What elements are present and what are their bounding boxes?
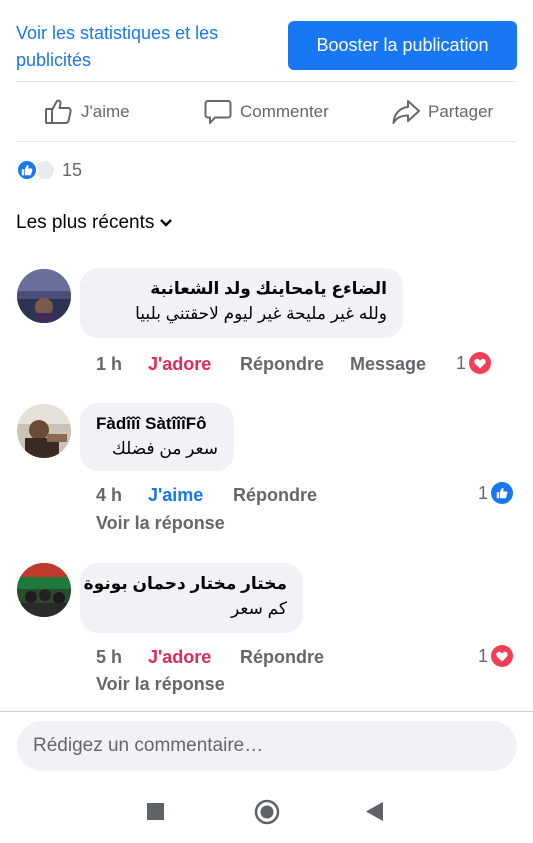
- post-action-bar: J'aime Commenter Partager: [0, 83, 533, 141]
- comment-input[interactable]: Rédigez un commentaire…: [17, 721, 517, 771]
- like-reaction-icon: [491, 482, 514, 504]
- system-nav-bar: [0, 778, 533, 843]
- post-header-bar: Voir les statistiques et les publicités …: [0, 0, 533, 82]
- boost-post-button[interactable]: Booster la publication: [288, 21, 517, 70]
- comment-reaction-count[interactable]: 1: [478, 645, 514, 667]
- divider: [16, 81, 517, 82]
- reaction-number: 1: [478, 645, 489, 666]
- comment-button[interactable]: Commenter: [203, 83, 329, 141]
- comment-author[interactable]: Fàdîîî SàtîîîFô: [96, 412, 218, 436]
- comment-label: Commenter: [240, 102, 329, 121]
- reaction-number: 1: [478, 482, 489, 503]
- like-label: J'aime: [81, 102, 130, 121]
- react-button[interactable]: J'adore: [148, 647, 211, 668]
- comment-sort-dropdown[interactable]: Les plus récents: [16, 212, 173, 234]
- chevron-down-icon: [160, 219, 173, 227]
- avatar[interactable]: [17, 563, 71, 617]
- sort-label: Les plus récents: [16, 212, 155, 233]
- thumbs-up-icon: [45, 99, 72, 124]
- share-label: Partager: [428, 102, 494, 121]
- comment-bubble[interactable]: Fàdîîî SàtîîîFô سعر من فضلك: [80, 403, 234, 471]
- love-reaction-icon: [491, 645, 514, 667]
- react-button[interactable]: J'aime: [148, 485, 203, 506]
- comment-time: 1 h: [96, 354, 123, 374]
- nav-home-icon[interactable]: [254, 799, 280, 830]
- reply-button[interactable]: Répondre: [240, 647, 324, 668]
- view-reply-link[interactable]: Voir la réponse: [96, 674, 225, 695]
- reaction-summary[interactable]: 15: [16, 158, 82, 182]
- comment-text: سعر من فضلك: [111, 439, 218, 458]
- comment-author[interactable]: مختار مختار دحمان بونوة: [84, 572, 287, 596]
- comment-bubble[interactable]: الضاءع يامحاينك ولد الشعانبة ولله غير مل…: [80, 268, 403, 338]
- reply-button[interactable]: Répondre: [240, 354, 324, 375]
- like-reaction-icon: [16, 159, 38, 181]
- comment-author[interactable]: الضاءع يامحاينك ولد الشعانبة: [96, 277, 387, 301]
- reaction-number: 1: [456, 352, 467, 373]
- love-reaction-icon: [469, 352, 492, 374]
- nav-back-icon[interactable]: [366, 802, 383, 826]
- comment-icon: [204, 100, 232, 124]
- react-button[interactable]: J'adore: [148, 354, 211, 375]
- view-stats-link[interactable]: Voir les statistiques et les publicités: [16, 20, 266, 74]
- comment-text: كم سعر: [231, 599, 287, 618]
- divider: [16, 141, 517, 142]
- comment-reaction-count[interactable]: 1: [456, 352, 492, 374]
- comment-time: 5 h: [96, 647, 123, 667]
- reaction-count: 15: [62, 159, 83, 180]
- nav-recent-icon[interactable]: [147, 803, 164, 825]
- share-button[interactable]: Partager: [391, 83, 493, 141]
- avatar[interactable]: [17, 404, 71, 458]
- avatar[interactable]: [17, 269, 71, 323]
- message-button[interactable]: Message: [350, 354, 426, 375]
- share-icon: [392, 100, 420, 124]
- comment-time: 4 h: [96, 485, 123, 505]
- comment-composer-bar: Rédigez un commentaire…: [0, 711, 533, 777]
- comment-bubble[interactable]: مختار مختار دحمان بونوة كم سعر: [80, 563, 303, 633]
- view-reply-link[interactable]: Voir la réponse: [96, 513, 225, 534]
- reply-button[interactable]: Répondre: [233, 485, 317, 506]
- comment-text: ولله غير مليحة غير ليوم لاحقتني بلبيا: [135, 304, 387, 323]
- like-button[interactable]: J'aime: [44, 83, 130, 141]
- comment-reaction-count[interactable]: 1: [478, 482, 514, 504]
